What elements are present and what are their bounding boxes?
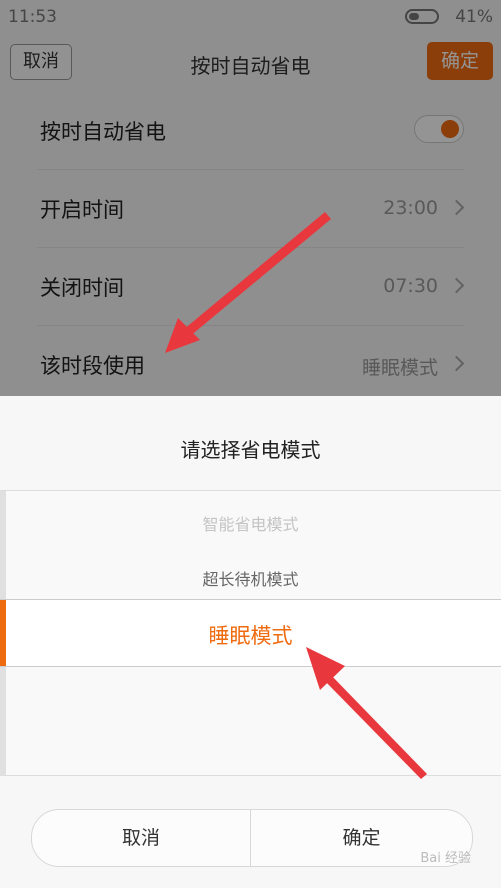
picker-option-sleep[interactable]: 睡眠模式 (0, 620, 501, 650)
picker-selected-row[interactable]: 睡眠模式 (0, 599, 501, 667)
picker-option-smart[interactable]: 智能省电模式 (0, 511, 501, 535)
dim-overlay[interactable] (0, 0, 501, 396)
mode-picker[interactable]: 智能省电模式 超长待机模式 睡眠模式 (0, 490, 501, 776)
watermark: Bai 经验 (420, 851, 471, 866)
sheet-cancel-button[interactable]: 取消 (32, 810, 251, 866)
sheet-title: 请选择省电模式 (180, 438, 321, 462)
picker-option-standby[interactable]: 超长待机模式 (0, 566, 501, 590)
mode-picker-sheet: 请选择省电模式 智能省电模式 超长待机模式 睡眠模式 取消 确定 (0, 396, 501, 888)
sheet-button-group: 取消 确定 (31, 809, 473, 867)
